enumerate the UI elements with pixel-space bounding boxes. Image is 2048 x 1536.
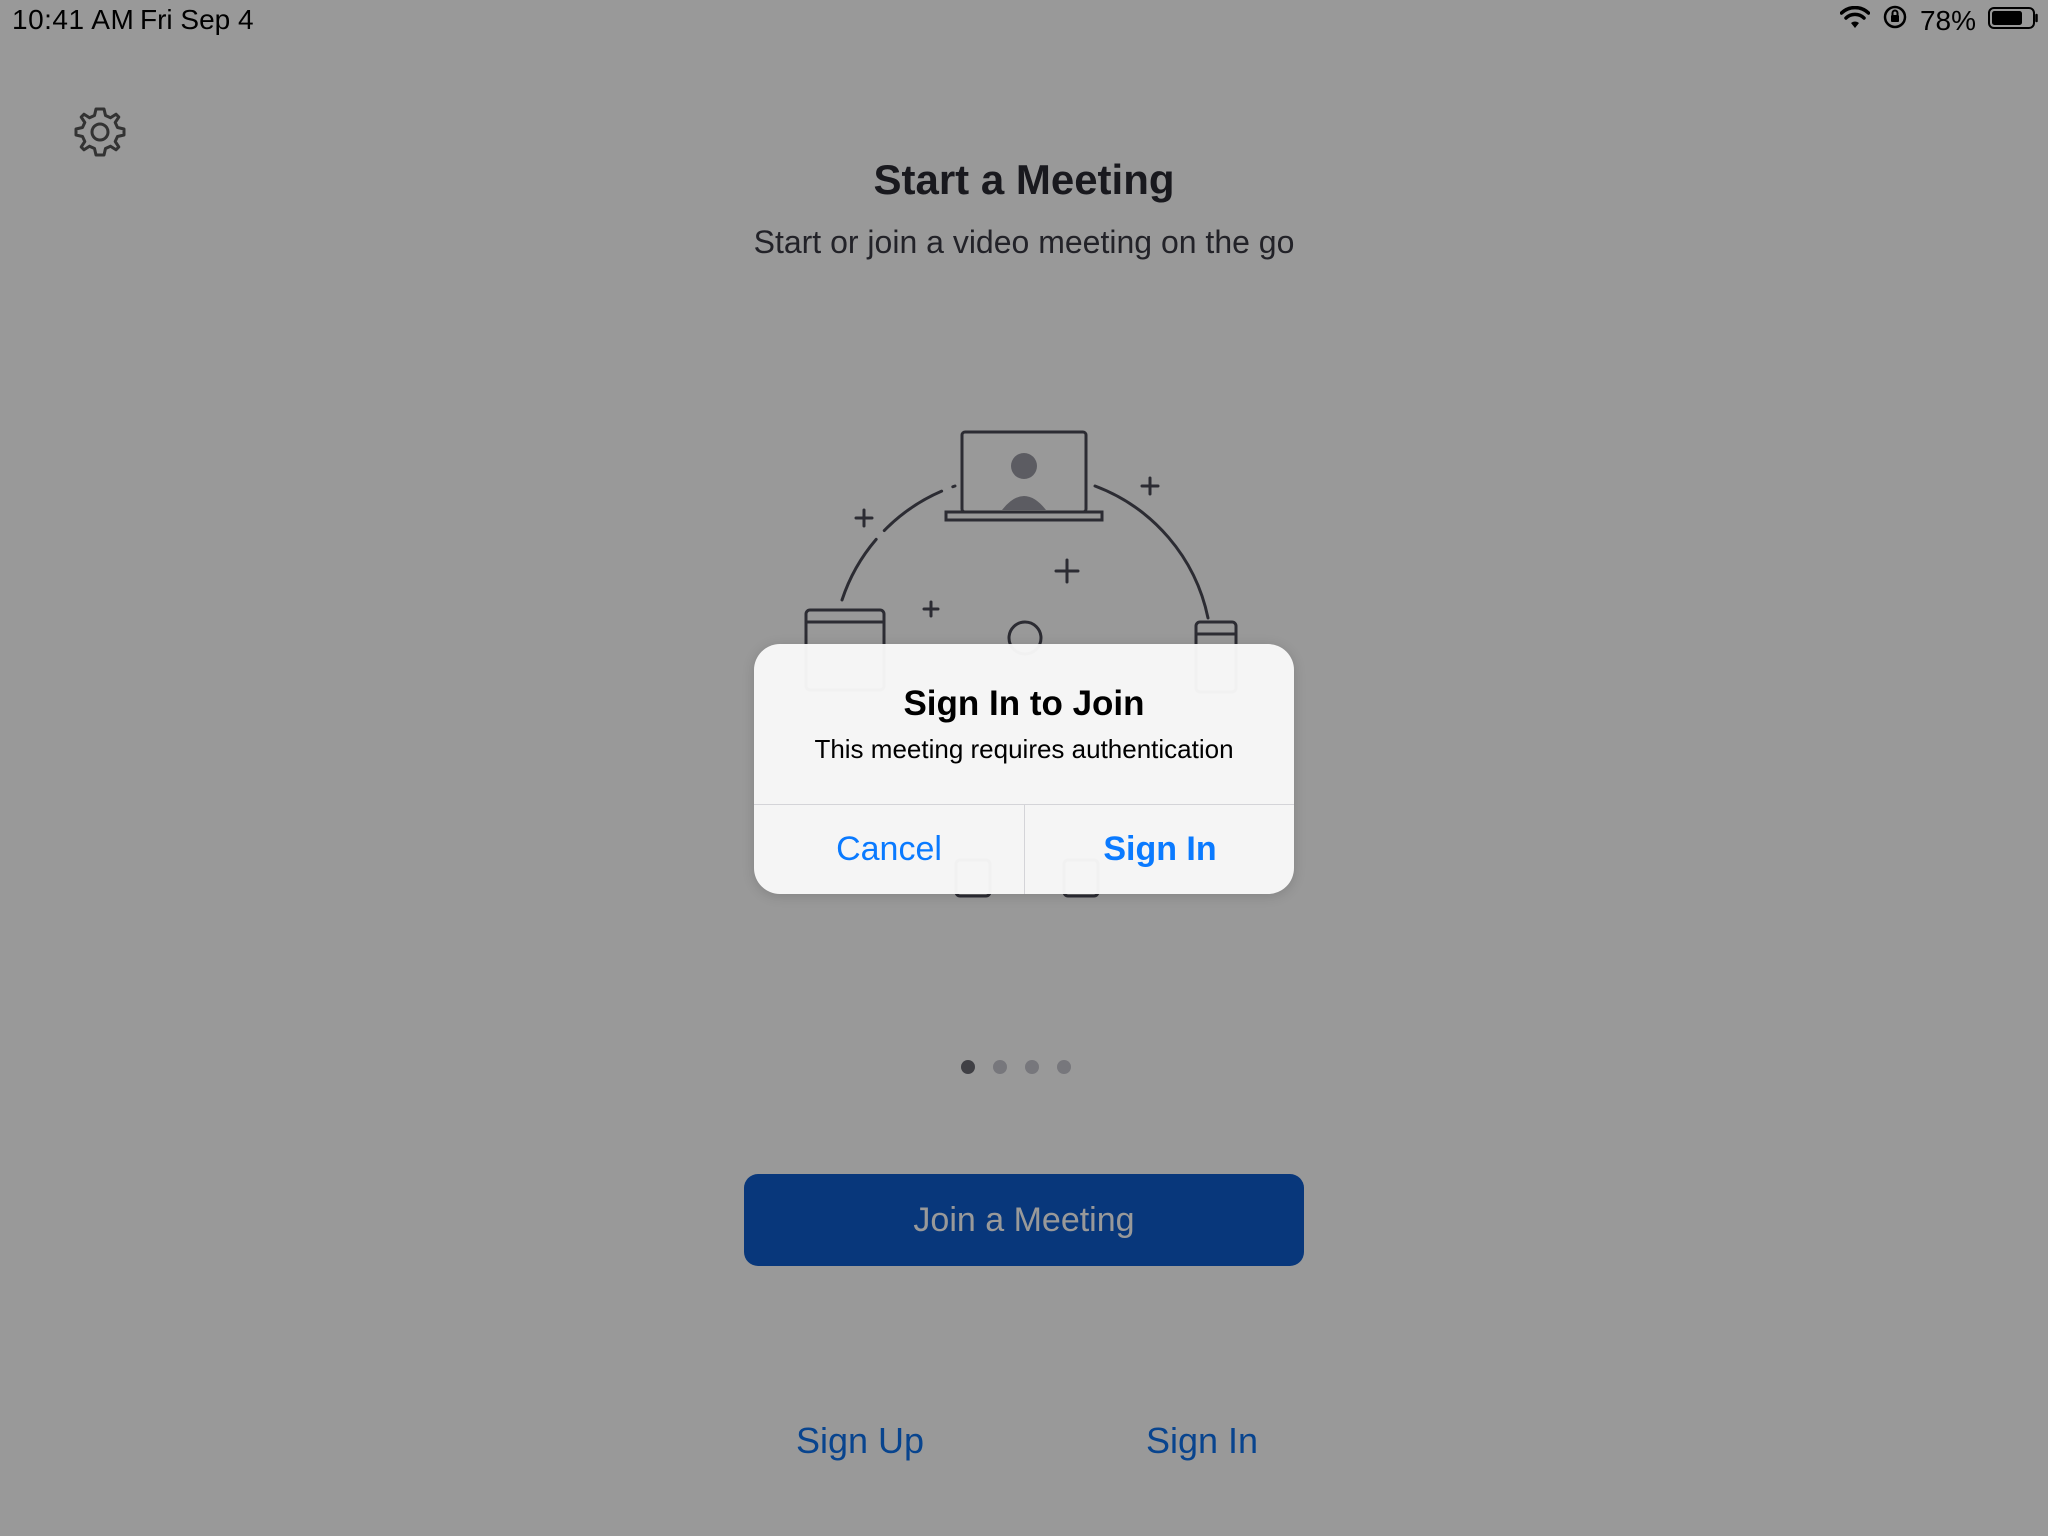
sign-in-alert: Sign In to Join This meeting requires au… xyxy=(754,644,1294,894)
alert-sign-in-button[interactable]: Sign In xyxy=(1025,805,1294,894)
alert-cancel-button[interactable]: Cancel xyxy=(754,805,1024,894)
alert-title: Sign In to Join xyxy=(903,684,1145,723)
app-screen: 10:41 AM Fri Sep 4 78% Start a Meeting S… xyxy=(0,0,2048,1536)
alert-message: This meeting requires authentication xyxy=(814,734,1234,764)
